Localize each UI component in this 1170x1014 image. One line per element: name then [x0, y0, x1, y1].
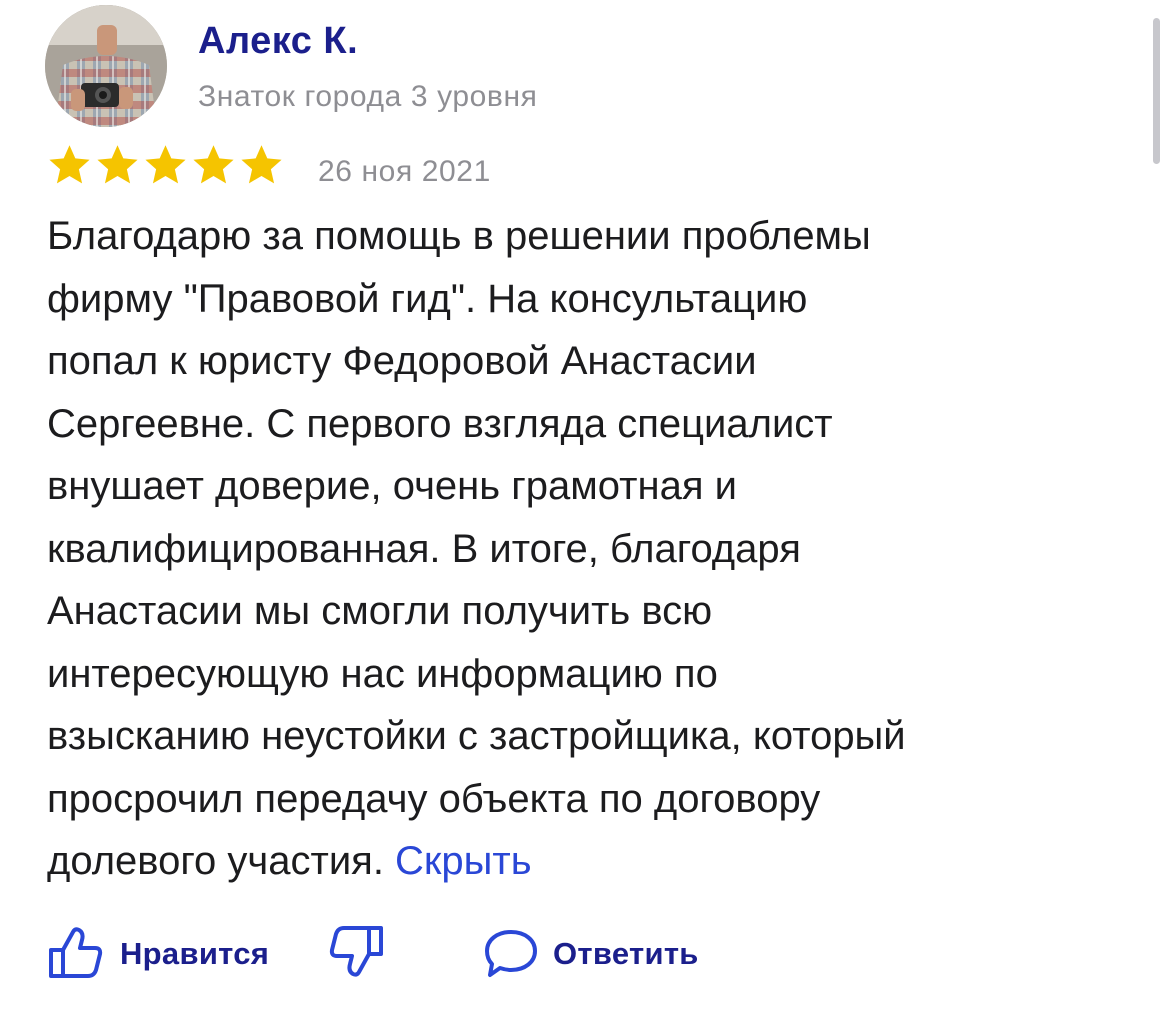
- like-button-label[interactable]: Нравится: [120, 936, 269, 972]
- review-text-line-end: долевого участия.: [47, 839, 396, 883]
- review-text-line: Сергеевне. С первого взгляда специалист: [47, 401, 833, 446]
- review-text-line: внушает доверие, очень грамотная и: [47, 464, 737, 508]
- review-actions: Нравится Ответить: [47, 920, 847, 984]
- review-text-line: взысканию неустойки с застройщика, котор…: [47, 714, 906, 758]
- author-level: Знаток города 3 уровня: [198, 80, 538, 113]
- review-text-line: фирму "Правовой гид". На консультацию: [47, 276, 808, 321]
- avatar[interactable]: [45, 5, 167, 127]
- star-icon: [145, 145, 186, 184]
- review-text-line: Благодарю за помощь в решении проблемы: [47, 214, 871, 258]
- review-text-last-line: долевого участия. Скрыть: [47, 830, 1132, 893]
- speech-bubble-icon[interactable]: [483, 928, 539, 980]
- review-text-line: интересующую нас информацию по: [47, 651, 718, 696]
- scrollbar[interactable]: [1153, 18, 1160, 164]
- hide-review-link[interactable]: Скрыть: [395, 839, 532, 883]
- review-text-line: попал к юристу Федоровой Анастасии: [47, 339, 757, 383]
- reply-button-label[interactable]: Ответить: [553, 936, 699, 972]
- author-name[interactable]: Алекс К.: [198, 20, 358, 63]
- star-icon: [241, 145, 282, 184]
- star-icon: [193, 145, 234, 184]
- star-icon: [97, 145, 138, 184]
- review-text-line: квалифицированная. В итоге, благодаря: [47, 526, 801, 571]
- thumbs-down-icon[interactable]: [329, 924, 385, 978]
- review-text: Благодарю за помощь в решении проблемы ф…: [47, 205, 1132, 893]
- review-text-line: просрочил передачу объекта по договору: [47, 776, 821, 821]
- rating-stars: [47, 143, 284, 188]
- review-date: 26 ноя 2021: [318, 155, 491, 188]
- star-icon: [49, 145, 90, 184]
- thumbs-up-icon[interactable]: [47, 926, 105, 980]
- review-text-line: Анастасии мы смогли получить всю: [47, 589, 713, 633]
